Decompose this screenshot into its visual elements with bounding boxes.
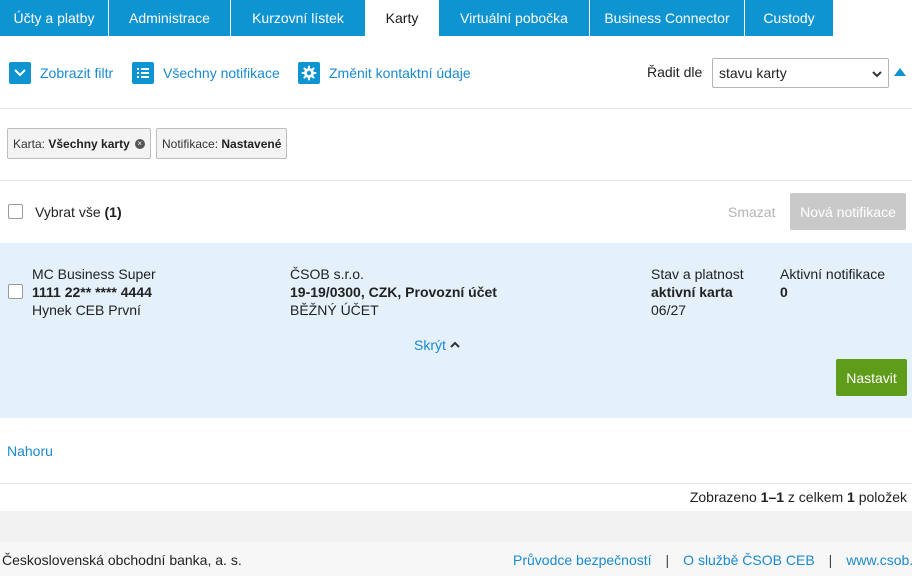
tab-administration[interactable]: Administrace bbox=[109, 0, 231, 36]
select-all-text: Vybrat vše bbox=[35, 204, 101, 220]
sort-label: Řadit dle bbox=[647, 64, 703, 80]
card-number-end: 4444 bbox=[120, 284, 152, 300]
tab-custody[interactable]: Custody bbox=[745, 0, 833, 36]
account-type: BĚŽNÝ ÚČET bbox=[290, 302, 379, 318]
filter-chip-notification-value: Nastavené bbox=[221, 136, 282, 151]
card-number: 1111 22** **** 4444 bbox=[32, 283, 156, 301]
sort-select[interactable]: stavu karty bbox=[712, 58, 889, 88]
all-notifications-label: Všechny notifikace bbox=[163, 65, 280, 81]
back-to-top-link[interactable]: Nahoru bbox=[7, 443, 53, 459]
pagination-info: Zobrazeno 1–1 z celkem 1 položek bbox=[690, 489, 907, 505]
new-notification-button[interactable]: Nová notifikace bbox=[790, 193, 906, 230]
filter-chip-card: Karta: Všechny karty × bbox=[7, 128, 151, 159]
card-row: MC Business Super 1111 22** **** 4444 Hy… bbox=[0, 243, 912, 418]
hide-details-label: Skrýt bbox=[414, 337, 446, 353]
footer-separator: | bbox=[828, 552, 833, 568]
sort-select-value: stavu karty bbox=[719, 65, 787, 81]
footer-link-website[interactable]: www.csob.cz bbox=[846, 552, 912, 568]
pager-prefix: Zobrazeno bbox=[689, 489, 761, 505]
notif-header: Aktivní notifikace bbox=[780, 266, 886, 282]
card-row-checkbox[interactable] bbox=[8, 284, 23, 299]
list-icon bbox=[132, 62, 154, 84]
pager-range: 1–1 bbox=[760, 489, 785, 505]
card-type: MC Business Super bbox=[32, 266, 156, 282]
close-icon[interactable]: × bbox=[134, 138, 145, 149]
divider bbox=[0, 483, 912, 484]
pager-suffix: položek bbox=[854, 489, 907, 505]
pager-total: 1 bbox=[847, 489, 855, 505]
tab-virtual-branch[interactable]: Virtuální pobočka bbox=[439, 0, 590, 36]
change-contact-label: Změnit kontaktní údaje bbox=[329, 65, 471, 81]
footer-links: Průvodce bezpečností | O službě ČSOB CEB… bbox=[513, 552, 912, 568]
card-state: Stav a platnost aktivní karta 06/27 bbox=[651, 265, 744, 319]
delete-button[interactable]: Smazat bbox=[728, 204, 775, 220]
footer-separator: | bbox=[665, 552, 670, 568]
select-all-checkbox[interactable] bbox=[8, 204, 23, 219]
set-notification-button[interactable]: Nastavit bbox=[836, 359, 907, 396]
state-value-text: aktivní karta bbox=[651, 284, 733, 300]
state-header: Stav a platnost bbox=[651, 266, 744, 282]
select-all-label: Vybrat vše (1) bbox=[35, 204, 122, 220]
footer-link-security[interactable]: Průvodce bezpečností bbox=[513, 552, 652, 568]
card-info: MC Business Super 1111 22** **** 4444 Hy… bbox=[32, 265, 156, 319]
footer-bank-name: Československá obchodní banka, a. s. bbox=[2, 552, 242, 568]
change-contact-button[interactable]: Změnit kontaktní údaje bbox=[298, 61, 471, 85]
card-number-start: 1111 22** **** bbox=[32, 284, 121, 300]
filter-chip-notification-prefix: Notifikace: bbox=[162, 136, 219, 151]
company-name: ČSOB s.r.o. bbox=[290, 266, 364, 282]
chevron-down-icon bbox=[9, 62, 31, 84]
card-holder: Hynek CEB První bbox=[32, 302, 141, 318]
toolbar: Zobrazit filtr Všechny notifikace Změnit… bbox=[0, 36, 912, 109]
active-notifications: Aktivní notifikace 0 bbox=[780, 265, 885, 301]
filter-chip-card-value: Všechny karty bbox=[48, 136, 130, 151]
gear-icon bbox=[298, 62, 320, 84]
card-validity: 06/27 bbox=[651, 302, 687, 318]
pager-mid: z celkem bbox=[784, 489, 848, 505]
chevron-up-icon bbox=[450, 340, 460, 351]
hide-details-link[interactable]: Skrýt bbox=[414, 337, 460, 353]
footer-link-about[interactable]: O službě ČSOB CEB bbox=[683, 552, 815, 568]
show-filter-button[interactable]: Zobrazit filtr bbox=[9, 61, 113, 85]
tab-business-connector[interactable]: Business Connector bbox=[590, 0, 745, 36]
account-number-text: 19-19/0300, CZK, Provozní účet bbox=[290, 284, 497, 300]
active-filters: Karta: Všechny karty × Notifikace: Nasta… bbox=[0, 109, 912, 181]
main-nav: Účty a platby Administrace Kurzovní líst… bbox=[0, 0, 912, 36]
tab-accounts-payments[interactable]: Účty a platby bbox=[0, 0, 109, 36]
chevron-down-icon bbox=[872, 65, 882, 81]
tab-exchange-rates[interactable]: Kurzovní lístek bbox=[231, 0, 366, 36]
footer: Československá obchodní banka, a. s. Prů… bbox=[0, 542, 912, 576]
filter-chip-notification: Notifikace: Nastavené bbox=[156, 128, 287, 159]
tab-cards[interactable]: Karty bbox=[366, 0, 439, 36]
list-header: Vybrat vše (1) Smazat Nová notifikace bbox=[0, 181, 912, 243]
spacer-band bbox=[0, 511, 912, 542]
state-value: aktivní karta bbox=[651, 283, 744, 301]
show-filter-label: Zobrazit filtr bbox=[40, 65, 114, 81]
notif-count-text: 0 bbox=[780, 284, 788, 300]
sort-direction-icon[interactable] bbox=[894, 68, 906, 76]
account-number: 19-19/0300, CZK, Provozní účet bbox=[290, 283, 497, 301]
all-notifications-button[interactable]: Všechny notifikace bbox=[132, 61, 280, 85]
notif-count: 0 bbox=[780, 283, 885, 301]
account-info: ČSOB s.r.o. 19-19/0300, CZK, Provozní úč… bbox=[290, 265, 497, 319]
filter-chip-card-prefix: Karta: bbox=[13, 136, 46, 151]
select-all-count: (1) bbox=[104, 204, 122, 220]
